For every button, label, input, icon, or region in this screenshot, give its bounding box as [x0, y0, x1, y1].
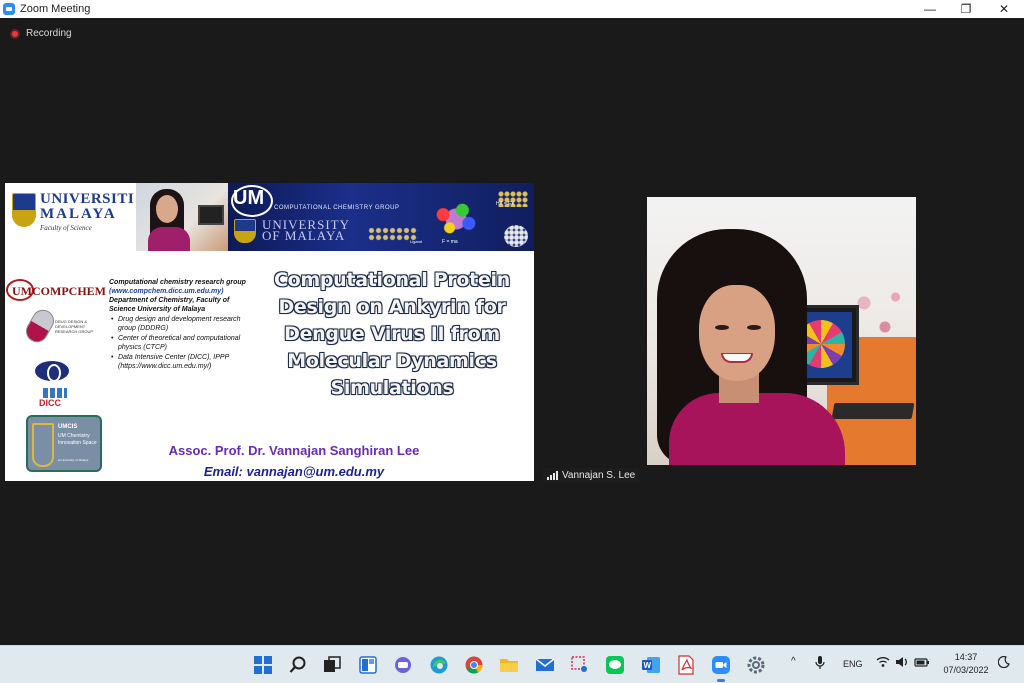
dicc-bars-icon: [43, 388, 67, 398]
volume-icon[interactable]: [895, 656, 909, 671]
widgets-icon[interactable]: [357, 654, 379, 676]
window-title: Zoom Meeting: [20, 3, 91, 15]
windows-start-icon[interactable]: [252, 654, 274, 676]
recording-dot-icon: [10, 28, 20, 39]
settings-icon[interactable]: [745, 654, 767, 676]
show-hidden-icons-chevron[interactable]: ^: [791, 656, 796, 667]
snipping-tool-icon[interactable]: [569, 654, 591, 676]
photo-face: [156, 195, 178, 223]
line-app-icon[interactable]: [604, 654, 626, 676]
dicc-logo: DICC: [39, 388, 71, 410]
video-face: [699, 285, 775, 381]
dicc-logo-text: DICC: [39, 398, 61, 408]
molecule-image: [504, 225, 528, 247]
taskbar-clock[interactable]: 14:37 07/03/2022: [940, 651, 992, 677]
recording-label: Recording: [26, 28, 72, 39]
close-icon: ✕: [998, 2, 1010, 16]
affiliation-item: Center of theoretical and computational …: [109, 334, 249, 352]
banner-equation: H¥ = E¥: [496, 201, 515, 207]
window-title-bar: Zoom Meeting — ❐ ✕: [0, 0, 1024, 18]
participant-name-tag: Vannajan S. Lee: [543, 468, 640, 483]
banner-equation: F = ma: [442, 239, 458, 245]
presenter-email: Email: vannajan@um.edu.my: [203, 464, 385, 479]
umcis-subtitle: UM Chemistry Innovation Space: [58, 433, 97, 446]
close-button[interactable]: ✕: [985, 0, 1023, 18]
task-view-icon[interactable]: [321, 654, 343, 676]
chrome-browser-icon[interactable]: [463, 654, 485, 676]
wifi-icon[interactable]: [876, 656, 890, 671]
slide-presenter-photo: [136, 183, 228, 251]
minimize-button[interactable]: —: [911, 0, 949, 18]
teams-chat-icon[interactable]: [392, 654, 414, 676]
windows-taskbar: W ^ ENG 14:37 07/03/2022: [0, 645, 1024, 683]
participant-name: Vannajan S. Lee: [562, 470, 636, 481]
presenter-name: Assoc. Prof. Dr. Vannajan Sanghiran Lee: [168, 443, 420, 458]
flask-icon: [32, 423, 54, 467]
protein-structure-image: [424, 197, 488, 241]
affiliation-item: Drug design and development research gro…: [109, 315, 249, 333]
meeting-area: Recording UNIVERSITI MALAYA Faculty of S…: [0, 18, 1024, 645]
banner-group-name: COMPUTATIONAL CHEMISTRY GROUP: [274, 205, 400, 211]
search-icon[interactable]: [287, 654, 309, 676]
participant-video[interactable]: [647, 197, 916, 465]
um-crest-icon: [12, 193, 36, 227]
recording-indicator[interactable]: Recording: [10, 28, 72, 39]
computational-chemistry-banner: UM COMPUTATIONAL CHEMISTRY GROUP UNIVERS…: [228, 183, 534, 251]
umcompchem-logo: UMCOMPCHEM: [6, 279, 111, 303]
photo-monitor: [198, 205, 224, 225]
clock-date: 07/03/2022: [943, 665, 989, 675]
zoom-app-icon: [3, 3, 15, 15]
zoom-icon[interactable]: [710, 654, 732, 682]
info-group: Computational chemistry research group: [109, 279, 246, 286]
svg-text:W: W: [644, 661, 652, 670]
minimize-icon: —: [924, 2, 936, 16]
banner-label: Ligand: [410, 239, 423, 244]
video-body: [669, 393, 845, 465]
battery-icon[interactable]: [914, 656, 930, 671]
ddrg-logo-text: DRUG DESIGN & DEVELOPMENT RESEARCH GROUP: [55, 319, 94, 334]
shared-screen-slide: UNIVERSITI MALAYA Faculty of Science UM …: [5, 183, 534, 481]
umcis-title: UMCIS: [58, 424, 78, 430]
ctcp-logo-icon: [35, 361, 69, 382]
slide-title: Computational Protein Design on Ankyrin …: [273, 269, 510, 399]
video-eye: [715, 325, 729, 330]
info-department: Department of Chemistry, Faculty of Scie…: [109, 297, 230, 313]
affiliation-info: Computational chemistry research group (…: [109, 278, 249, 371]
acrobat-icon[interactable]: [675, 654, 697, 676]
video-keyboard: [831, 403, 915, 419]
video-smile: [721, 353, 753, 363]
file-explorer-icon[interactable]: [498, 654, 520, 676]
affiliation-item: Data Intensive Center (DICC), IPPP (http…: [109, 353, 249, 371]
microphone-icon[interactable]: [815, 656, 825, 673]
photo-body: [148, 227, 190, 251]
banner-crest-icon: [234, 219, 256, 243]
notifications-moon-icon[interactable]: [997, 655, 1010, 671]
clock-time: 14:37: [954, 652, 978, 662]
connection-signal-icon: [547, 471, 558, 480]
affiliation-list: Drug design and development research gro…: [109, 315, 249, 371]
video-eye: [747, 325, 761, 330]
banner-university-line2: OF MALAYA: [262, 228, 346, 243]
umcis-small-text: at University of Malaya: [58, 458, 89, 462]
umcis-logo: UMCIS UM Chemistry Innovation Space at U…: [26, 415, 102, 472]
restore-button[interactable]: ❐: [947, 0, 985, 18]
um-faculty-label: Faculty of Science: [40, 224, 92, 232]
banner-university: UNIVERSITY OF MALAYA: [262, 218, 350, 243]
edge-browser-icon[interactable]: [428, 654, 450, 676]
language-indicator[interactable]: ENG: [843, 659, 863, 669]
info-url: (www.compchem.dicc.um.edu.my): [109, 288, 224, 295]
restore-icon: ❐: [960, 2, 972, 16]
universiti-malaya-logo: UNIVERSITI MALAYA Faculty of Science: [12, 191, 134, 236]
compchem-logo-text: UMCOMPCHEM: [12, 284, 106, 298]
ddrg-capsule-icon: [21, 305, 59, 347]
banner-um-logo: UM: [230, 185, 274, 217]
um-logo-line2: MALAYA: [40, 206, 117, 222]
mail-icon[interactable]: [534, 654, 556, 676]
word-icon[interactable]: W: [640, 654, 662, 676]
